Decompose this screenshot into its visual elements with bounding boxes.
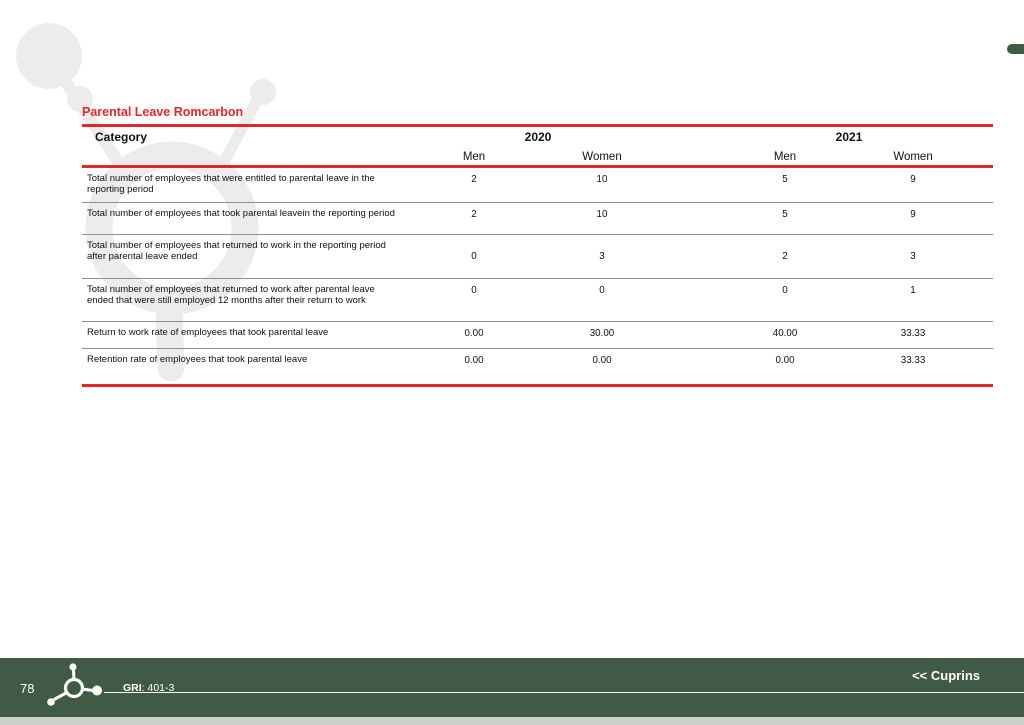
row-spacer	[666, 279, 721, 322]
row-value: 9	[849, 167, 977, 203]
row-value: 0.00	[538, 349, 666, 386]
column-header-2020: 2020	[410, 126, 666, 148]
row-spacer	[977, 322, 993, 349]
row-spacer	[977, 279, 993, 322]
page-number: 78	[20, 681, 34, 696]
header-spacer	[977, 148, 993, 167]
row-value: 0	[538, 279, 666, 322]
row-value: 5	[721, 167, 849, 203]
row-spacer	[666, 167, 721, 203]
row-value: 30.00	[538, 322, 666, 349]
row-label: Retention rate of employees that took pa…	[82, 349, 410, 386]
row-value: 3	[538, 235, 666, 279]
row-value: 33.33	[849, 349, 977, 386]
row-value: 10	[538, 203, 666, 235]
row-value: 0.00	[721, 349, 849, 386]
row-label: Return to work rate of employees that to…	[82, 322, 410, 349]
table-header-gender: Men Women Men Women	[82, 148, 993, 167]
row-value: 1	[849, 279, 977, 322]
row-value: 0	[410, 279, 538, 322]
row-value: 0.00	[410, 322, 538, 349]
footer-divider-line	[104, 692, 1024, 693]
column-header-women-2021: Women	[849, 148, 977, 167]
row-spacer	[977, 349, 993, 386]
row-spacer	[977, 203, 993, 235]
row-value: 3	[849, 235, 977, 279]
column-header-men-2021: Men	[721, 148, 849, 167]
header-spacer	[666, 148, 721, 167]
row-value: 5	[721, 203, 849, 235]
row-spacer	[977, 167, 993, 203]
header-spacer	[82, 148, 410, 167]
row-label: Total number of employees that returned …	[82, 235, 410, 279]
row-spacer	[666, 203, 721, 235]
table-row: Total number of employees that returned …	[82, 279, 993, 322]
page-bottom-edge	[0, 717, 1024, 725]
header-spacer	[977, 126, 993, 148]
column-header-men-2020: Men	[410, 148, 538, 167]
row-spacer	[666, 349, 721, 386]
page-title: Parental Leave Romcarbon	[82, 105, 243, 119]
molecule-logo-icon	[42, 661, 112, 713]
contents-link[interactable]: << Cuprins	[912, 668, 980, 683]
row-label: Total number of employees that returned …	[82, 279, 410, 322]
parental-leave-table: Category 2020 2021 Men Women Men Women T…	[82, 124, 993, 387]
footer-bar: 78 GRI: 401-3 << Cuprins	[0, 658, 1024, 717]
row-label: Total number of employees that took pare…	[82, 203, 410, 235]
table-row: Total number of employees that took pare…	[82, 203, 993, 235]
row-value: 2	[721, 235, 849, 279]
report-page: Parental Leave Romcarbon Category 2020 2…	[0, 0, 1024, 725]
column-header-category: Category	[82, 126, 410, 148]
row-value: 0	[721, 279, 849, 322]
row-spacer	[977, 235, 993, 279]
table-row: Retention rate of employees that took pa…	[82, 349, 993, 386]
row-label: Total number of employees that were enti…	[82, 167, 410, 203]
page-edge-tab	[1007, 44, 1024, 54]
column-header-women-2020: Women	[538, 148, 666, 167]
row-value: 40.00	[721, 322, 849, 349]
row-spacer	[666, 235, 721, 279]
row-value: 2	[410, 167, 538, 203]
row-value: 0	[410, 235, 538, 279]
row-value: 33.33	[849, 322, 977, 349]
table-row: Return to work rate of employees that to…	[82, 322, 993, 349]
row-value: 0.00	[410, 349, 538, 386]
header-spacer	[666, 126, 721, 148]
table-row: Total number of employees that returned …	[82, 235, 993, 279]
row-value: 10	[538, 167, 666, 203]
row-value: 9	[849, 203, 977, 235]
row-spacer	[666, 322, 721, 349]
table-row: Total number of employees that were enti…	[82, 167, 993, 203]
column-header-2021: 2021	[721, 126, 977, 148]
row-value: 2	[410, 203, 538, 235]
table-header-years: Category 2020 2021	[82, 126, 993, 148]
